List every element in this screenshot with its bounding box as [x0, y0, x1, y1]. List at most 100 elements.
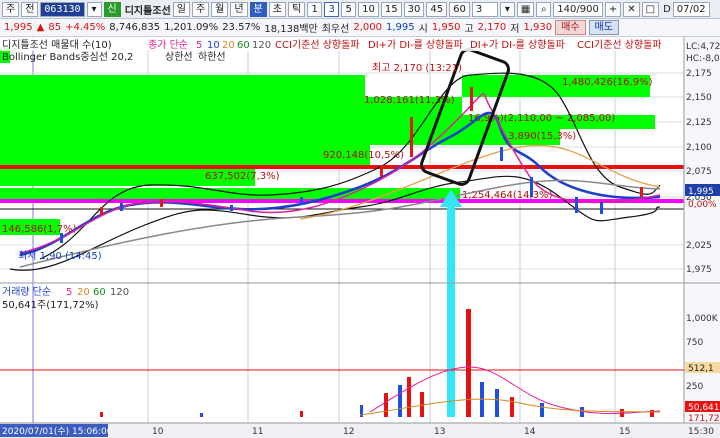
volume-value: 8,746,835 — [109, 22, 161, 33]
di-label-1: DI+가 DI-를 상향돌파 — [368, 39, 463, 51]
vol-ma-5: 5 — [66, 287, 72, 298]
interval-1[interactable]: 1 — [307, 1, 323, 17]
vol-tag-2: 50,641 — [688, 403, 720, 413]
pct-tag: 0,00% — [688, 200, 717, 210]
ytick-3: 2,100 — [686, 143, 712, 153]
vol-ma-120: 120 — [110, 287, 129, 298]
turnover-pct: 1,201.09% — [164, 22, 219, 33]
change-pct: +4.45% — [65, 22, 106, 33]
vol-title: 거래량 단순 — [2, 286, 51, 298]
best-ask-label: 최우선 — [321, 24, 350, 35]
sell-button[interactable]: 매도 — [588, 20, 619, 35]
zoom-in-icon[interactable]: + — [604, 1, 622, 17]
ytick-0: 2,175 — [686, 69, 712, 79]
tf-year[interactable]: 년 — [230, 1, 248, 17]
ma-60: 60 — [237, 40, 250, 51]
x-label-13: 13 — [434, 427, 445, 437]
interval-10[interactable]: 10 — [358, 1, 379, 17]
vol-ytick-2: 250 — [686, 382, 703, 392]
tf-week[interactable]: 주 — [191, 1, 210, 17]
high-label: 고 — [464, 24, 474, 35]
low-annotation: 최저 1,90 (14:45) — [18, 250, 102, 262]
interval-30[interactable]: 30 — [403, 1, 425, 17]
di-label-2: DI+가 DI-를 상향돌파 — [470, 39, 565, 51]
cci-label-2: CCI기준선 상향돌파 — [577, 39, 662, 51]
period-button[interactable]: 주 — [2, 1, 20, 17]
hc-readout: HC:-8,0 — [686, 54, 720, 64]
view-count-field[interactable]: 140/900 — [553, 1, 603, 17]
bb-label: Bollinger Bands중심선 20,2 — [2, 51, 133, 63]
x-label-12: 12 — [343, 427, 354, 437]
date-check-label: D — [663, 3, 671, 15]
interval-5[interactable]: 5 — [341, 1, 357, 17]
x-label-10: 10 — [152, 427, 164, 437]
ma-120: 120 — [252, 40, 271, 51]
ma-10: 10 — [207, 40, 220, 51]
price-tag: 1,995 — [688, 187, 714, 197]
search-icon[interactable]: ▾ — [86, 1, 102, 17]
interval-select[interactable]: 3 — [471, 1, 498, 17]
tf-day[interactable]: 일 — [172, 1, 190, 17]
low-value: 1,930 — [523, 22, 553, 33]
interval-15[interactable]: 15 — [380, 1, 402, 17]
magnify-icon[interactable]: ⌕ — [536, 1, 552, 17]
vp-label-6: 637,502(7,3%) — [205, 171, 280, 182]
credit-badge: 신 — [103, 1, 121, 17]
vol-tag-1: 512,1 — [688, 364, 714, 374]
ma-label: 종가 단순 — [148, 39, 188, 51]
best-ask-value: 2,000 — [353, 22, 382, 33]
amount-value: 18,138백만 — [264, 24, 318, 35]
vp-label-4: 3,890(15,3%) — [508, 131, 576, 142]
tf-minute[interactable]: 분 — [249, 1, 267, 17]
open-label: 시 — [418, 24, 428, 35]
vol-ma-60: 60 — [93, 287, 106, 298]
x-label-11: 11 — [252, 427, 263, 437]
stock-code-input[interactable]: 063130 — [40, 1, 85, 17]
vol-ytick-1: 750 — [686, 338, 703, 348]
toolbar-row-1: 주 전 063130 ▾ 신 디지틀조선 일 주 월 년 분 초 틱 1 3 5… — [0, 0, 720, 19]
x-label-14: 14 — [524, 427, 536, 437]
vol-value: 50,641주(171,72%) — [2, 300, 99, 311]
tf-month[interactable]: 월 — [211, 1, 229, 17]
interval-60[interactable]: 60 — [449, 1, 470, 17]
checkbox-d[interactable]: □ — [641, 1, 660, 17]
vol-ytick-0: 1,000K — [686, 314, 719, 324]
interval-3[interactable]: 3 — [324, 1, 340, 17]
vp-label-2: 1,480,426(16,9%) — [562, 77, 653, 88]
x-label-end: 15:30 — [688, 427, 714, 437]
ytick-6: 2,025 — [686, 241, 712, 251]
ma-5: 5 — [196, 40, 202, 51]
price-value: 1,995 — [4, 22, 33, 33]
x-label-start: 2020/07/01(수) 15:06:00 — [2, 426, 113, 437]
up-arrow-icon: ▲ — [36, 22, 45, 33]
buy-button[interactable]: 매수 — [555, 20, 586, 35]
best-bid-value: 1,995 — [385, 22, 415, 33]
tf-tick[interactable]: 틱 — [287, 1, 306, 17]
ratio-value: 23.57% — [222, 22, 261, 33]
ma-20: 20 — [222, 40, 235, 51]
front-button[interactable]: 전 — [21, 1, 39, 17]
chevron-down-icon[interactable]: ▾ — [499, 1, 515, 17]
table-icon[interactable]: ▦ — [516, 1, 535, 17]
x-label-15: 15 — [619, 427, 630, 437]
tf-second[interactable]: 초 — [268, 1, 286, 17]
date-input[interactable]: 07/02 — [672, 1, 710, 17]
high-annotation: 최고 2,170 (13:21) — [372, 62, 462, 74]
change-value: 85 — [48, 22, 62, 33]
bb-upper-label: 상한선 — [165, 51, 193, 63]
ytick-4: 2,075 — [686, 167, 712, 177]
lc-readout: LC:4,72 — [686, 42, 720, 52]
legend-title: 디지틀조선 매물대 수(10) — [2, 39, 112, 51]
close-icon[interactable]: ✕ — [623, 1, 640, 17]
bb-lower-label: 하한선 — [198, 50, 226, 63]
cyan-arrow — [447, 205, 455, 417]
ytick-7: 1,975 — [686, 265, 712, 275]
price-chart[interactable]: 1,028,161(11,3%) 1,480,426(16,9%) 16,9%)… — [0, 37, 720, 438]
interval-45[interactable]: 45 — [426, 1, 448, 17]
quote-row: 1,995 ▲ 85 +4.45% 8,746,835 1,201.09% 23… — [0, 19, 720, 37]
cci-label-1: CCI기준선 상향돌파 — [275, 39, 360, 51]
ytick-1: 2,150 — [686, 93, 712, 103]
ytick-2: 2,125 — [686, 118, 712, 128]
open-value: 1,950 — [431, 22, 461, 33]
stock-name: 디지틀조선 — [124, 5, 171, 17]
